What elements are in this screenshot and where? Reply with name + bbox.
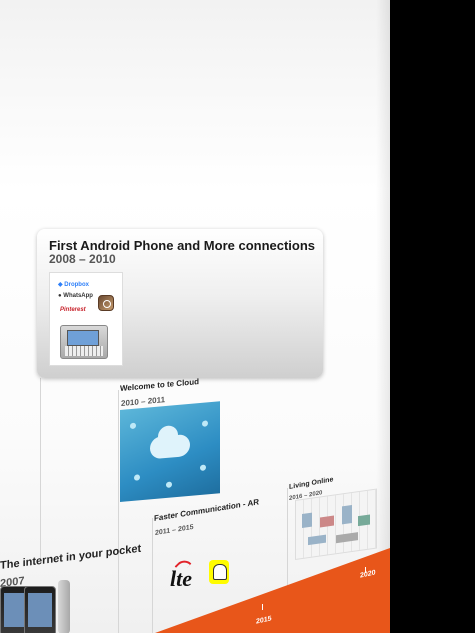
- timeline-connector: [152, 518, 153, 633]
- living-online-image: [295, 488, 377, 560]
- infographic-block: [358, 514, 370, 527]
- timeline-connector: [287, 488, 288, 598]
- network-node: [134, 474, 140, 481]
- instagram-icon: [98, 295, 114, 311]
- network-node: [202, 420, 208, 427]
- black-background: [388, 0, 475, 633]
- snapchat-icon: [209, 560, 229, 584]
- timeline-tick: [262, 604, 263, 610]
- apps-image: ◆ Dropbox ● WhatsApp Pinterest: [49, 272, 123, 366]
- dropbox-logo: ◆ Dropbox: [58, 282, 89, 288]
- faster-section-title: Faster Communication - AR: [154, 497, 260, 523]
- cloud-section-title: Welcome to te Cloud: [120, 377, 199, 393]
- android-card-years: 2008 – 2010: [49, 252, 116, 266]
- iphone-side-image: [58, 580, 70, 633]
- slide-edge-shadow: [376, 0, 390, 633]
- timeline-connector: [118, 390, 119, 633]
- faster-section-years: 2011 – 2015: [155, 523, 194, 537]
- infographic-block: [336, 532, 358, 544]
- android-card-title: First Android Phone and More connections: [49, 238, 316, 253]
- network-node: [130, 422, 136, 430]
- cloud-icon: [150, 433, 190, 460]
- pocket-section-title: The internet in your pocket: [0, 542, 142, 572]
- infographic-block: [302, 512, 312, 529]
- whatsapp-logo: ● WhatsApp: [58, 293, 93, 299]
- lte-logo: lte: [170, 566, 192, 591]
- timeline-connector: [40, 378, 41, 558]
- infographic-block: [320, 515, 334, 528]
- network-node: [166, 481, 172, 488]
- infographic-block: [342, 504, 352, 525]
- cloud-computing-image: [120, 401, 220, 502]
- infographic-block: [308, 534, 326, 546]
- iphone-image: [24, 586, 56, 633]
- android-phone-card[interactable]: First Android Phone and More connections…: [37, 229, 323, 378]
- timeline-slide: First Android Phone and More connections…: [0, 0, 390, 633]
- android-phone-image: [60, 325, 108, 359]
- network-node: [200, 464, 206, 472]
- pinterest-logo: Pinterest: [60, 307, 86, 313]
- living-section-title: Living Online: [289, 476, 334, 491]
